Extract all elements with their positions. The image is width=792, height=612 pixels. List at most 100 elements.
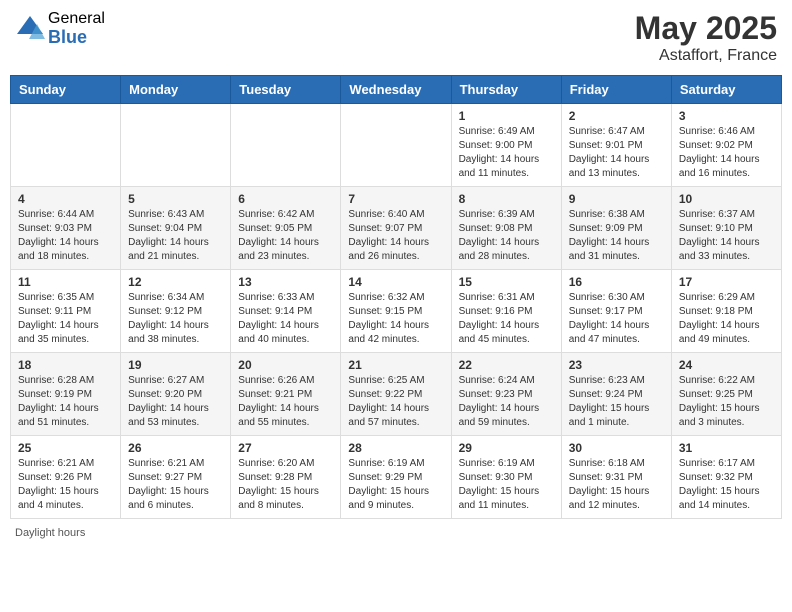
calendar-cell: 25Sunrise: 6:21 AM Sunset: 9:26 PM Dayli… <box>11 436 121 519</box>
day-info: Sunrise: 6:29 AM Sunset: 9:18 PM Dayligh… <box>679 291 774 347</box>
day-info: Sunrise: 6:43 AM Sunset: 9:04 PM Dayligh… <box>128 208 223 264</box>
calendar-cell: 24 Sunrise: 6:22 AM Sunset: 9:25 PM Dayli… <box>671 353 781 436</box>
day-info: Sunrise: 6:38 AM Sunset: 9:09 PM Dayligh… <box>569 208 664 264</box>
day-number: 3 <box>679 109 774 123</box>
calendar-cell: 16 Sunrise: 6:30 AM Sunset: 9:17 PM Dayli… <box>561 270 671 353</box>
location: Astaffort, France <box>635 47 777 65</box>
day-info: Sunrise: 6:18 AM Sunset: 9:31 PM Dayligh… <box>569 457 664 513</box>
calendar-cell: 31Sunrise: 6:17 AM Sunset: 9:32 PM Dayli… <box>671 436 781 519</box>
calendar-cell: 21 Sunrise: 6:25 AM Sunset: 9:22 PM Dayli… <box>341 353 451 436</box>
weekday-header: Wednesday <box>341 76 451 104</box>
day-info: Sunrise: 6:49 AM Sunset: 9:00 PM Dayligh… <box>459 125 554 181</box>
day-info: Sunrise: 6:32 AM Sunset: 9:15 PM Dayligh… <box>348 291 443 347</box>
logo-text: General Blue <box>48 10 105 47</box>
calendar-cell: 30 Sunrise: 6:18 AM Sunset: 9:31 PM Dayli… <box>561 436 671 519</box>
day-number: 24 <box>679 358 774 372</box>
calendar-week-row: 18 Sunrise: 6:28 AM Sunset: 9:19 PM Dayli… <box>11 353 782 436</box>
day-number: 28 <box>348 441 443 455</box>
day-number: 15 <box>459 275 554 289</box>
day-info: Sunrise: 6:27 AM Sunset: 9:20 PM Dayligh… <box>128 374 223 430</box>
day-number: 16 <box>569 275 664 289</box>
weekday-header: Thursday <box>451 76 561 104</box>
day-number: 9 <box>569 192 664 206</box>
day-info: Sunrise: 6:40 AM Sunset: 9:07 PM Dayligh… <box>348 208 443 264</box>
calendar-cell: 29 Sunrise: 6:19 AM Sunset: 9:30 PM Dayli… <box>451 436 561 519</box>
calendar-week-row: 25Sunrise: 6:21 AM Sunset: 9:26 PM Dayli… <box>11 436 782 519</box>
weekday-header: Monday <box>121 76 231 104</box>
day-number: 4 <box>18 192 113 206</box>
day-number: 31 <box>679 441 774 455</box>
weekday-header: Saturday <box>671 76 781 104</box>
calendar-cell: 1Sunrise: 6:49 AM Sunset: 9:00 PM Daylig… <box>451 104 561 187</box>
day-info: Sunrise: 6:25 AM Sunset: 9:22 PM Dayligh… <box>348 374 443 430</box>
calendar-cell: 8 Sunrise: 6:39 AM Sunset: 9:08 PM Daylig… <box>451 187 561 270</box>
logo-blue: Blue <box>48 28 105 48</box>
calendar-cell: 20Sunrise: 6:26 AM Sunset: 9:21 PM Dayli… <box>231 353 341 436</box>
day-number: 30 <box>569 441 664 455</box>
day-number: 11 <box>18 275 113 289</box>
day-info: Sunrise: 6:39 AM Sunset: 9:08 PM Dayligh… <box>459 208 554 264</box>
calendar-cell: 11 Sunrise: 6:35 AM Sunset: 9:11 PM Dayli… <box>11 270 121 353</box>
calendar-cell: 27 Sunrise: 6:20 AM Sunset: 9:28 PM Dayli… <box>231 436 341 519</box>
calendar-cell: 17 Sunrise: 6:29 AM Sunset: 9:18 PM Dayli… <box>671 270 781 353</box>
day-info: Sunrise: 6:24 AM Sunset: 9:23 PM Dayligh… <box>459 374 554 430</box>
calendar-header-row: SundayMondayTuesdayWednesdayThursdayFrid… <box>11 76 782 104</box>
day-info: Sunrise: 6:22 AM Sunset: 9:25 PM Dayligh… <box>679 374 774 430</box>
calendar-cell: 19Sunrise: 6:27 AM Sunset: 9:20 PM Dayli… <box>121 353 231 436</box>
calendar-cell: 23Sunrise: 6:23 AM Sunset: 9:24 PM Dayli… <box>561 353 671 436</box>
day-number: 7 <box>348 192 443 206</box>
day-info: Sunrise: 6:31 AM Sunset: 9:16 PM Dayligh… <box>459 291 554 347</box>
day-number: 5 <box>128 192 223 206</box>
weekday-header: Tuesday <box>231 76 341 104</box>
day-info: Sunrise: 6:28 AM Sunset: 9:19 PM Dayligh… <box>18 374 113 430</box>
calendar-cell: 12 Sunrise: 6:34 AM Sunset: 9:12 PM Dayli… <box>121 270 231 353</box>
day-info: Sunrise: 6:44 AM Sunset: 9:03 PM Dayligh… <box>18 208 113 264</box>
logo-icon <box>15 14 45 44</box>
day-number: 13 <box>238 275 333 289</box>
calendar-cell <box>341 104 451 187</box>
calendar-cell: 26Sunrise: 6:21 AM Sunset: 9:27 PM Dayli… <box>121 436 231 519</box>
day-number: 6 <box>238 192 333 206</box>
calendar-cell: 3 Sunrise: 6:46 AM Sunset: 9:02 PM Daylig… <box>671 104 781 187</box>
day-info: Sunrise: 6:19 AM Sunset: 9:30 PM Dayligh… <box>459 457 554 513</box>
day-number: 14 <box>348 275 443 289</box>
calendar-cell: 18 Sunrise: 6:28 AM Sunset: 9:19 PM Dayli… <box>11 353 121 436</box>
day-number: 17 <box>679 275 774 289</box>
day-info: Sunrise: 6:21 AM Sunset: 9:27 PM Dayligh… <box>128 457 223 513</box>
calendar-cell: 14 Sunrise: 6:32 AM Sunset: 9:15 PM Dayli… <box>341 270 451 353</box>
day-number: 12 <box>128 275 223 289</box>
day-info: Sunrise: 6:46 AM Sunset: 9:02 PM Dayligh… <box>679 125 774 181</box>
calendar-cell: 2 Sunrise: 6:47 AM Sunset: 9:01 PM Daylig… <box>561 104 671 187</box>
weekday-header: Sunday <box>11 76 121 104</box>
day-number: 10 <box>679 192 774 206</box>
calendar-cell <box>121 104 231 187</box>
day-info: Sunrise: 6:20 AM Sunset: 9:28 PM Dayligh… <box>238 457 333 513</box>
calendar-cell <box>231 104 341 187</box>
day-number: 8 <box>459 192 554 206</box>
day-number: 25 <box>18 441 113 455</box>
calendar-cell: 10Sunrise: 6:37 AM Sunset: 9:10 PM Dayli… <box>671 187 781 270</box>
day-number: 2 <box>569 109 664 123</box>
day-info: Sunrise: 6:30 AM Sunset: 9:17 PM Dayligh… <box>569 291 664 347</box>
calendar-cell: 6Sunrise: 6:42 AM Sunset: 9:05 PM Daylig… <box>231 187 341 270</box>
day-number: 29 <box>459 441 554 455</box>
calendar-cell: 13Sunrise: 6:33 AM Sunset: 9:14 PM Dayli… <box>231 270 341 353</box>
day-number: 18 <box>18 358 113 372</box>
title-section: May 2025 Astaffort, France <box>635 10 777 65</box>
day-info: Sunrise: 6:34 AM Sunset: 9:12 PM Dayligh… <box>128 291 223 347</box>
calendar-cell: 4 Sunrise: 6:44 AM Sunset: 9:03 PM Daylig… <box>11 187 121 270</box>
day-info: Sunrise: 6:47 AM Sunset: 9:01 PM Dayligh… <box>569 125 664 181</box>
calendar-week-row: 4 Sunrise: 6:44 AM Sunset: 9:03 PM Daylig… <box>11 187 782 270</box>
day-info: Sunrise: 6:26 AM Sunset: 9:21 PM Dayligh… <box>238 374 333 430</box>
day-number: 21 <box>348 358 443 372</box>
calendar-cell: 7 Sunrise: 6:40 AM Sunset: 9:07 PM Daylig… <box>341 187 451 270</box>
weekday-header: Friday <box>561 76 671 104</box>
month-title: May 2025 <box>635 10 777 47</box>
day-number: 23 <box>569 358 664 372</box>
calendar-week-row: 1Sunrise: 6:49 AM Sunset: 9:00 PM Daylig… <box>11 104 782 187</box>
footer-note: Daylight hours <box>10 527 782 539</box>
day-info: Sunrise: 6:19 AM Sunset: 9:29 PM Dayligh… <box>348 457 443 513</box>
day-number: 27 <box>238 441 333 455</box>
calendar-cell: 28 Sunrise: 6:19 AM Sunset: 9:29 PM Dayli… <box>341 436 451 519</box>
day-info: Sunrise: 6:35 AM Sunset: 9:11 PM Dayligh… <box>18 291 113 347</box>
